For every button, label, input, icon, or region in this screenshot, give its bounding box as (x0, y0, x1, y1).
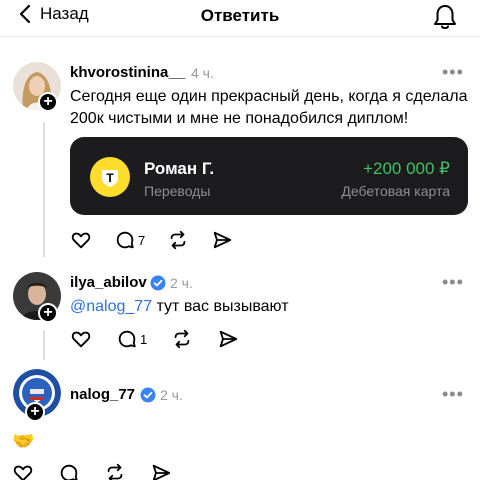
more-icon[interactable]: ••• (442, 384, 464, 405)
more-icon[interactable]: ••• (442, 272, 464, 293)
username[interactable]: ilya_abilov (70, 274, 147, 291)
username[interactable]: nalog_77 (70, 386, 135, 403)
post-text: 🤝 (12, 431, 35, 451)
reply-count: 7 (138, 232, 146, 248)
post-text: @nalog_77 тут вас вызывают (70, 296, 470, 318)
share-button[interactable] (211, 229, 233, 251)
send-icon (152, 464, 171, 480)
post-text: Сегодня еще один прекрасный день, когда … (70, 88, 468, 127)
reply-count: 1 (140, 331, 148, 347)
heart-icon (13, 465, 33, 480)
post-text-body: тут вас вызывают (152, 298, 289, 315)
bell-icon[interactable] (432, 3, 458, 31)
post-actions: 1 (70, 328, 239, 350)
repost-icon (174, 329, 190, 349)
repost-icon (107, 463, 123, 480)
heart-icon (71, 331, 91, 348)
heart-icon (71, 232, 91, 249)
send-icon (219, 330, 238, 348)
header-divider (0, 36, 480, 37)
share-button[interactable] (150, 462, 172, 480)
repost-icon (170, 230, 186, 250)
verified-badge-icon (140, 387, 156, 403)
transfer-category: Переводы (144, 183, 211, 199)
post-time: 2 ч. (160, 387, 183, 403)
verified-badge-icon (150, 275, 166, 291)
username[interactable]: khvorostinina__ (70, 64, 185, 81)
comment-icon (118, 330, 136, 348)
repost-button[interactable] (104, 462, 126, 480)
reply-button[interactable]: 1 (116, 328, 147, 350)
post-time: 4 ч. (191, 65, 214, 81)
repost-button[interactable] (167, 229, 189, 251)
bank-logo-icon: T (90, 157, 130, 197)
follow-plus-icon[interactable]: + (38, 92, 58, 112)
more-icon[interactable]: ••• (442, 62, 464, 83)
reply-button[interactable] (58, 462, 80, 480)
reply-button[interactable]: 7 (114, 229, 145, 251)
thread-line (43, 122, 45, 257)
logo-letter: T (106, 171, 114, 185)
recipient-name: Роман Г. (144, 159, 215, 178)
like-button[interactable] (12, 462, 34, 480)
mention-link[interactable]: @nalog_77 (70, 298, 152, 315)
like-button[interactable] (70, 328, 92, 350)
top-bar: Назад Ответить (0, 0, 480, 36)
transfer-amount: +200 000 ₽ (363, 159, 450, 178)
like-button[interactable] (70, 229, 92, 251)
post-actions: 7 (70, 229, 233, 251)
send-icon (213, 231, 232, 249)
post-actions (12, 462, 172, 480)
comment-icon (116, 231, 134, 249)
share-button[interactable] (217, 328, 239, 350)
repost-button[interactable] (171, 328, 193, 350)
thread-line (43, 330, 45, 360)
transfer-card[interactable]: T Роман Г. Переводы +200 000 ₽ Дебетовая… (70, 137, 468, 215)
post-time: 2 ч. (170, 275, 193, 291)
follow-plus-icon[interactable]: + (38, 303, 58, 323)
card-type: Дебетовая карта (341, 183, 450, 199)
comment-icon (60, 464, 78, 480)
follow-plus-icon[interactable]: + (25, 402, 45, 422)
page-title: Ответить (200, 6, 280, 25)
